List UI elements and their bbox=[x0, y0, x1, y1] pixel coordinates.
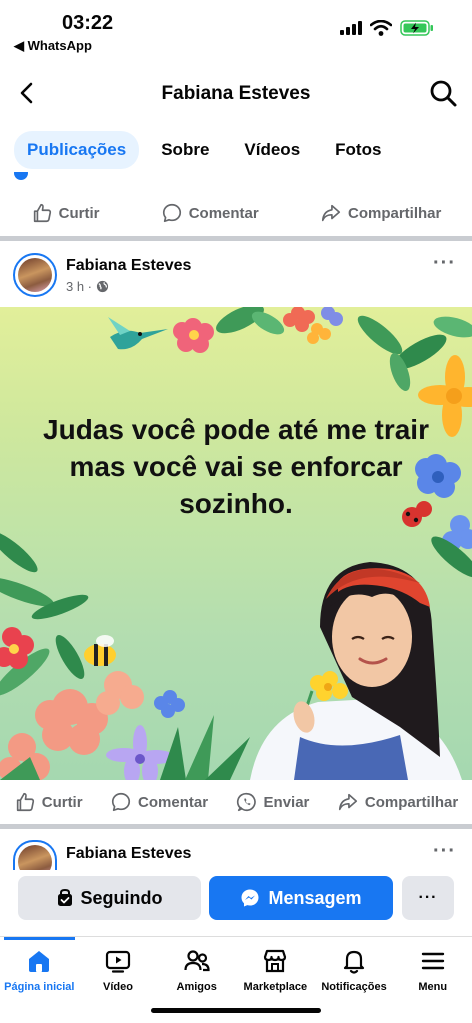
home-indicator[interactable] bbox=[151, 1008, 321, 1013]
post-image-text: Judas você pode até me trair mas você va… bbox=[43, 414, 429, 519]
tab-publicacoes[interactable]: Publicações bbox=[14, 131, 140, 169]
comment-icon bbox=[111, 792, 131, 812]
messenger-icon bbox=[241, 889, 259, 907]
like-label: Curtir bbox=[58, 204, 100, 222]
home-icon bbox=[29, 951, 50, 972]
battery-charging-icon bbox=[400, 20, 433, 36]
thumbs-up-icon bbox=[16, 792, 34, 812]
nav-video-label: Vídeo bbox=[103, 981, 133, 993]
post-author-name[interactable]: Fabiana Esteves bbox=[66, 257, 191, 275]
wifi-icon bbox=[370, 20, 392, 36]
following-icon bbox=[57, 889, 72, 906]
message-button[interactable]: Mensagem bbox=[209, 876, 393, 920]
like-button[interactable]: Curtir bbox=[31, 202, 100, 224]
menu-icon bbox=[421, 952, 444, 970]
whatsapp-icon bbox=[236, 792, 256, 812]
share-label: Compartilhar bbox=[364, 793, 459, 811]
post-meta: 3 h · bbox=[66, 279, 109, 294]
post-divider bbox=[0, 236, 472, 241]
nav-friends-label: Amigos bbox=[176, 981, 217, 993]
globe-icon bbox=[96, 280, 109, 293]
search-icon[interactable] bbox=[428, 78, 458, 108]
friends-icon bbox=[184, 950, 210, 972]
tab-videos[interactable]: Vídeos bbox=[231, 131, 313, 169]
bell-icon bbox=[343, 950, 365, 974]
nav-home-label: Página inicial bbox=[4, 981, 75, 993]
share-icon bbox=[321, 204, 341, 222]
comment-label: Comentar bbox=[138, 793, 209, 811]
comment-button[interactable]: Comentar bbox=[110, 791, 208, 813]
post-divider bbox=[0, 824, 472, 829]
floral-illustration bbox=[0, 307, 472, 780]
share-icon bbox=[338, 793, 357, 811]
post-time: 3 h · bbox=[66, 279, 93, 294]
profile-more-button[interactable]: ··· bbox=[402, 876, 454, 920]
author-avatar[interactable] bbox=[13, 840, 57, 870]
send-whatsapp-button[interactable]: Enviar bbox=[236, 791, 310, 813]
nav-marketplace[interactable]: Marketplace bbox=[236, 937, 315, 1003]
tab-fotos[interactable]: Fotos bbox=[322, 131, 394, 169]
comment-button[interactable]: Comentar bbox=[161, 202, 259, 224]
nav-marketplace-label: Marketplace bbox=[243, 981, 308, 993]
like-button[interactable]: Curtir bbox=[14, 791, 83, 813]
nav-menu[interactable]: Menu bbox=[393, 937, 472, 1003]
nav-home[interactable]: Página inicial bbox=[0, 937, 79, 1003]
prev-post-reaction-strip bbox=[14, 172, 114, 182]
author-avatar[interactable] bbox=[13, 253, 57, 297]
share-label: Compartilhar bbox=[347, 204, 442, 222]
message-label: Mensagem bbox=[268, 887, 362, 908]
status-icons bbox=[340, 20, 434, 36]
prev-post-action-bar: Curtir Comentar Compartilhar bbox=[0, 191, 472, 235]
page-title: Fabiana Esteves bbox=[161, 83, 311, 104]
thumbs-up-icon bbox=[33, 203, 51, 223]
status-time: 03:22 bbox=[62, 12, 114, 34]
like-label: Curtir bbox=[41, 793, 83, 811]
post-action-bar: Curtir Comentar Enviar Compartilhar bbox=[0, 780, 472, 824]
nav-video[interactable]: Vídeo bbox=[79, 937, 158, 1003]
post-options-button[interactable]: ··· bbox=[433, 252, 456, 275]
nav-friends[interactable]: Amigos bbox=[157, 937, 236, 1003]
share-button[interactable]: Compartilhar bbox=[337, 791, 458, 813]
following-label: Seguindo bbox=[80, 887, 163, 908]
back-to-app-link[interactable]: ◀ WhatsApp bbox=[14, 38, 92, 54]
post-image[interactable]: Judas você pode até me trair mas você va… bbox=[0, 307, 472, 780]
nav-menu-label: Menu bbox=[418, 981, 448, 993]
tab-sobre[interactable]: Sobre bbox=[148, 131, 222, 169]
post-options-button[interactable]: ··· bbox=[433, 840, 456, 863]
comment-icon bbox=[162, 203, 181, 223]
signal-icon bbox=[340, 21, 362, 35]
share-button[interactable]: Compartilhar bbox=[320, 202, 441, 224]
marketplace-icon bbox=[264, 949, 287, 973]
video-icon bbox=[105, 950, 131, 973]
send-label: Enviar bbox=[263, 793, 310, 811]
bottom-nav: Página inicial Vídeo Amigos Marketplace … bbox=[0, 936, 472, 1003]
profile-tabs: Publicações Sobre Vídeos Fotos bbox=[14, 131, 403, 169]
comment-label: Comentar bbox=[188, 204, 259, 222]
nav-notifications[interactable]: Notificações bbox=[315, 937, 394, 1003]
next-post-author-name[interactable]: Fabiana Esteves bbox=[66, 845, 191, 863]
following-button[interactable]: Seguindo bbox=[18, 876, 201, 920]
nav-notifications-label: Notificações bbox=[321, 981, 387, 993]
